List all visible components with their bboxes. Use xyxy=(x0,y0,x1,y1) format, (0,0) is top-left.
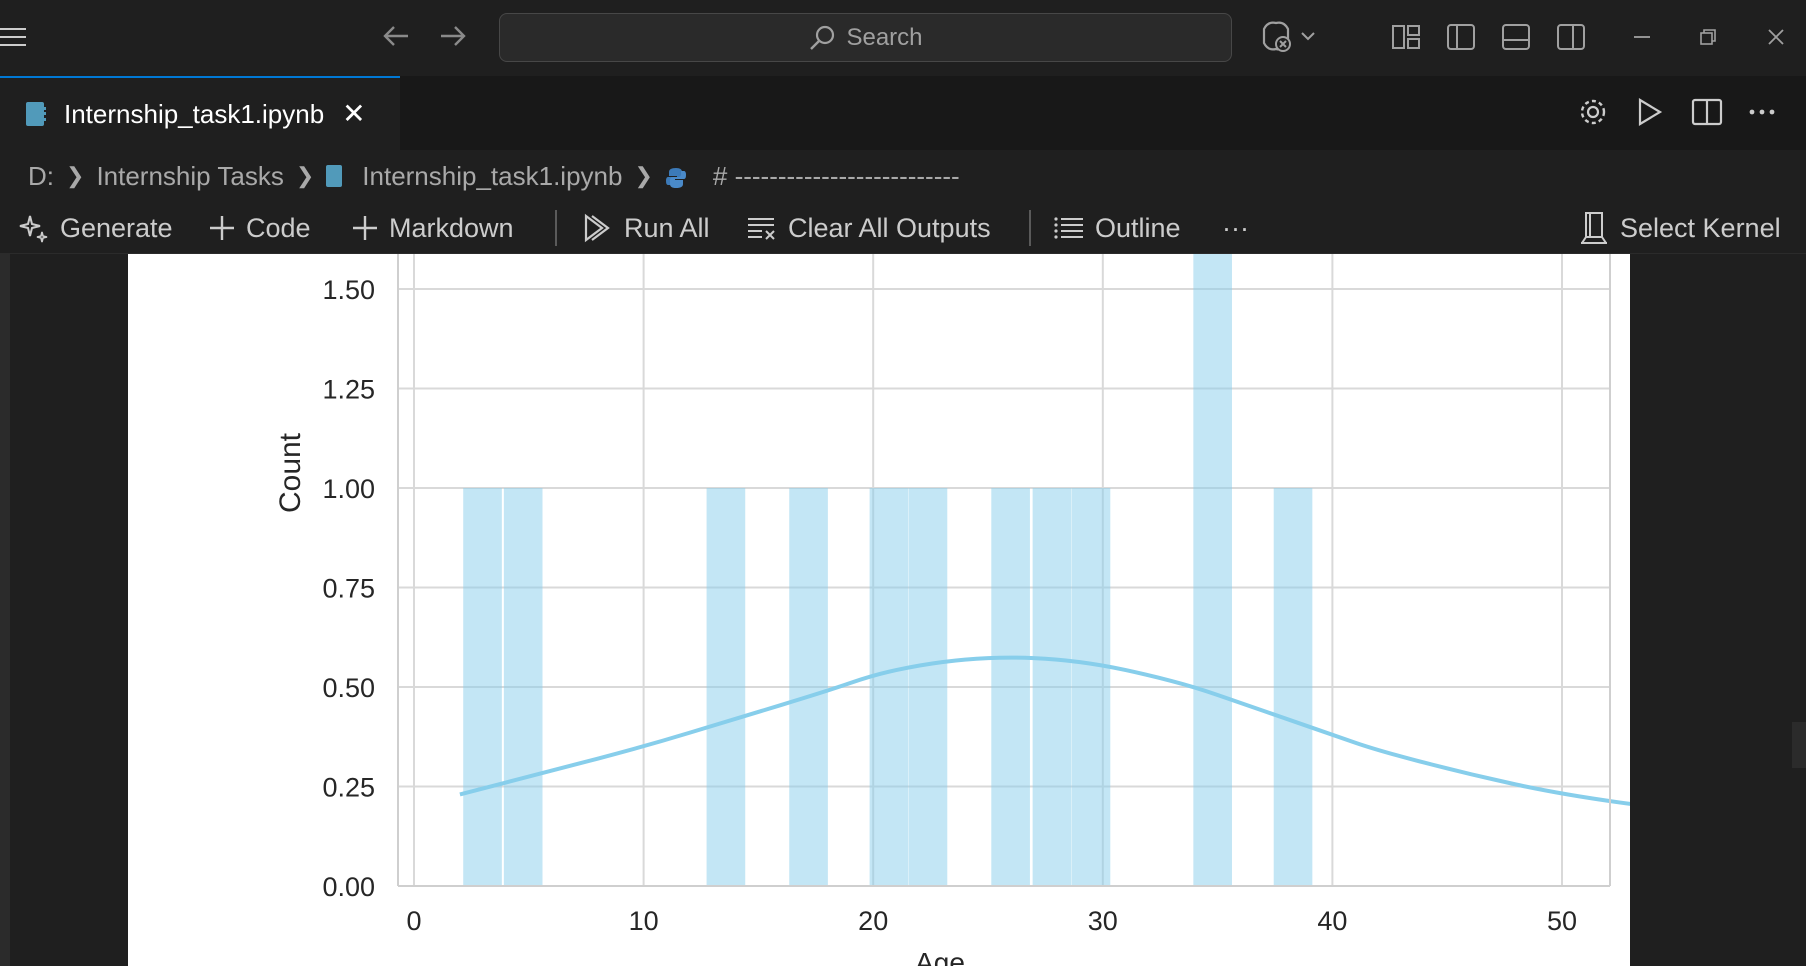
python-icon xyxy=(665,165,687,188)
chart-x-ticks: 0 10 20 30 40 50 xyxy=(406,906,1577,936)
chart-bars xyxy=(463,254,1313,886)
list-icon xyxy=(1054,217,1083,239)
search-placeholder: Search xyxy=(846,23,923,51)
y-tick-label: 0.75 xyxy=(322,574,375,604)
y-tick-label: 0.25 xyxy=(322,773,375,803)
clear-all-outputs-button[interactable]: Clear All Outputs xyxy=(746,210,991,246)
x-tick-label: 10 xyxy=(629,906,659,936)
run-all-label: Run All xyxy=(624,212,710,243)
tab-close-icon[interactable]: ✕ xyxy=(342,100,365,128)
copilot-icon[interactable] xyxy=(1258,19,1322,55)
x-axis-label: Age xyxy=(915,947,965,966)
histogram-bar xyxy=(1273,488,1313,886)
histogram-bar xyxy=(463,488,502,886)
minimize-icon[interactable] xyxy=(1630,19,1654,55)
y-tick-label: 0.50 xyxy=(322,673,375,703)
histogram-bar xyxy=(1071,488,1111,886)
code-label: Code xyxy=(246,212,311,243)
notebook-file-icon xyxy=(26,102,46,126)
clear-all-icon xyxy=(748,218,775,240)
y-tick-label: 1.25 xyxy=(322,375,375,405)
chart-y-ticks: 0.00 0.25 0.50 0.75 1.00 1.25 1.50 xyxy=(322,275,375,902)
outline-label: Outline xyxy=(1095,212,1181,243)
histogram-bar xyxy=(869,488,909,886)
x-tick-label: 30 xyxy=(1088,906,1118,936)
y-tick-label: 0.00 xyxy=(322,872,375,902)
more-toolbar-actions-button[interactable]: ··· xyxy=(1222,210,1249,246)
toolbar-divider xyxy=(1029,210,1031,246)
close-window-icon[interactable] xyxy=(1764,19,1788,55)
split-editor-icon[interactable] xyxy=(1690,94,1724,130)
clear-all-outputs-label: Clear All Outputs xyxy=(788,212,991,243)
toggle-panel-icon[interactable] xyxy=(1500,19,1532,55)
breadcrumb: D: ❯ Internship Tasks ❯ Internship_task1… xyxy=(0,150,1806,202)
select-kernel-button[interactable]: Select Kernel xyxy=(1578,210,1781,246)
notebook-editor: 0.00 0.25 0.50 0.75 1.00 1.25 1.50 0 10 20 30 40 50… xyxy=(0,254,1806,966)
breadcrumb-cell[interactable]: # -------------------------- xyxy=(713,161,960,192)
menu-icon[interactable] xyxy=(0,24,28,52)
more-actions-icon[interactable] xyxy=(1746,94,1778,130)
x-tick-label: 20 xyxy=(858,906,888,936)
histogram-bar xyxy=(991,488,1030,886)
run-all-icon xyxy=(584,213,610,243)
toolbar-divider xyxy=(555,210,557,246)
chevron-down-icon xyxy=(1301,32,1315,41)
select-kernel-label: Select Kernel xyxy=(1620,212,1781,243)
x-tick-label: 0 xyxy=(406,906,421,936)
breadcrumb-drive[interactable]: D: xyxy=(28,161,54,192)
more-label: ··· xyxy=(1222,212,1249,243)
cell-gutter xyxy=(0,254,10,966)
run-icon[interactable] xyxy=(1634,94,1664,130)
x-tick-label: 50 xyxy=(1547,906,1577,936)
add-code-cell-button[interactable]: Code xyxy=(208,210,311,246)
search-icon xyxy=(810,25,835,50)
toggle-primary-sidebar-icon[interactable] xyxy=(1445,19,1477,55)
run-all-button[interactable]: Run All xyxy=(582,210,710,246)
customize-layout-icon[interactable] xyxy=(1390,19,1422,55)
outline-button[interactable]: Outline xyxy=(1053,210,1181,246)
chevron-right-icon: ❯ xyxy=(634,163,653,188)
kernel-icon xyxy=(1581,212,1607,244)
breadcrumb-folder[interactable]: Internship Tasks xyxy=(96,161,283,192)
y-axis-label: Count xyxy=(274,432,307,513)
x-tick-label: 40 xyxy=(1317,906,1347,936)
generate-label: Generate xyxy=(60,212,173,243)
restore-icon[interactable] xyxy=(1696,19,1720,55)
breadcrumb-file[interactable]: Internship_task1.ipynb xyxy=(362,161,622,192)
scrollbar-marker[interactable] xyxy=(1792,722,1806,768)
command-center-search[interactable]: Search xyxy=(499,13,1232,62)
markdown-label: Markdown xyxy=(389,212,514,243)
chevron-right-icon: ❯ xyxy=(66,163,85,188)
forward-arrow-icon[interactable] xyxy=(437,20,469,61)
histogram-bar xyxy=(706,488,746,886)
histogram-bar xyxy=(1032,488,1072,886)
histogram-bar xyxy=(503,488,543,886)
sparkle-icon xyxy=(19,215,48,243)
notebook-toolbar: Generate Code Markdown Run All Clear All… xyxy=(0,202,1806,254)
editor-tab-bar: Internship_task1.ipynb ✕ xyxy=(0,76,1806,150)
tab-label: Internship_task1.ipynb xyxy=(64,98,325,129)
y-tick-label: 1.50 xyxy=(322,275,375,305)
tab-internship-task1[interactable]: Internship_task1.ipynb ✕ xyxy=(0,76,400,150)
toggle-secondary-sidebar-icon[interactable] xyxy=(1555,19,1587,55)
histogram-bar xyxy=(908,488,948,886)
cell-output-plot: 0.00 0.25 0.50 0.75 1.00 1.25 1.50 0 10 20 30 40 50… xyxy=(128,254,1630,966)
histogram-chart: 0.00 0.25 0.50 0.75 1.00 1.25 1.50 0 10 20 30 40 50… xyxy=(274,254,1630,966)
notebook-file-icon xyxy=(326,165,343,187)
histogram-bar xyxy=(789,488,828,886)
title-bar: Search xyxy=(0,0,1806,76)
histogram-bar xyxy=(1193,254,1232,886)
y-tick-label: 1.00 xyxy=(322,474,375,504)
add-markdown-cell-button[interactable]: Markdown xyxy=(351,210,514,246)
chevron-right-icon: ❯ xyxy=(295,163,315,188)
plus-icon xyxy=(353,216,377,240)
back-arrow-icon[interactable] xyxy=(380,20,412,61)
gear-icon[interactable] xyxy=(1576,94,1610,130)
generate-button[interactable]: Generate xyxy=(18,210,173,246)
plus-icon xyxy=(210,216,234,240)
